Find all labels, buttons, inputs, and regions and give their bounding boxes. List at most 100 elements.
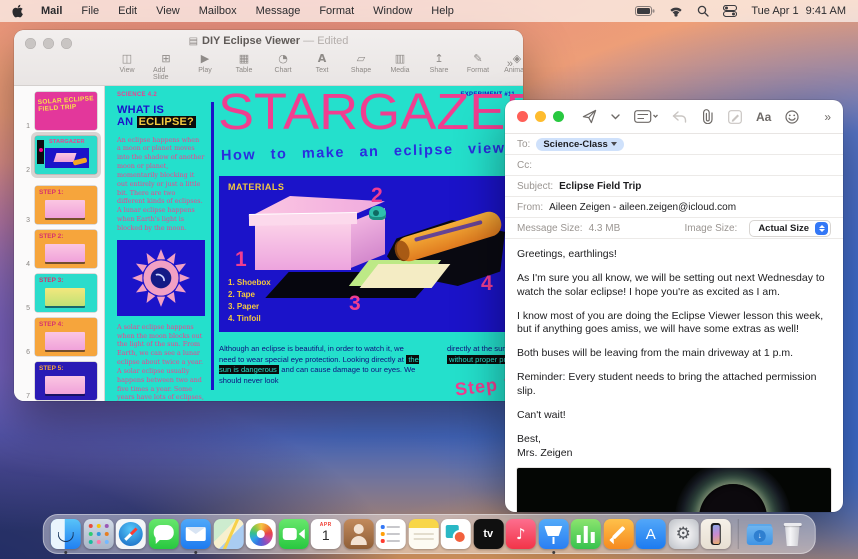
add-slide-button[interactable]: Add Slide <box>153 52 179 81</box>
send-button[interactable] <box>582 109 597 124</box>
slide-thumbnail-1[interactable]: 1 SOLAR ECLIPSE FIELD TRIP <box>14 90 105 132</box>
recipient-token[interactable]: Science-Class <box>536 138 623 151</box>
slide-thumbnail-6[interactable]: 6 STEP 4: <box>14 316 105 358</box>
numbers-icon <box>571 519 601 549</box>
dock-iphone-mirroring[interactable] <box>701 519 731 549</box>
dock-finder[interactable] <box>51 519 81 549</box>
menu-window[interactable]: Window <box>373 5 412 17</box>
menu-file[interactable]: File <box>81 5 99 17</box>
edited-label: — Edited <box>303 35 348 47</box>
close-button[interactable] <box>517 111 528 122</box>
play-button[interactable]: Play <box>192 52 218 81</box>
system-settings-icon <box>668 519 698 549</box>
menu-mailbox[interactable]: Mailbox <box>199 5 237 17</box>
document-proxy-icon[interactable]: ▤ <box>189 36 198 47</box>
eclipse-photo-attachment[interactable] <box>517 468 831 512</box>
media-icon <box>395 52 405 66</box>
dock-music[interactable] <box>506 519 536 549</box>
dock-pages[interactable] <box>603 519 633 549</box>
music-icon <box>506 519 536 549</box>
send-options-chevron-icon[interactable] <box>611 114 620 120</box>
slide-navigator[interactable]: 1 SOLAR ECLIPSE FIELD TRIP 2 STARGAZER 3 <box>14 86 105 401</box>
play-icon <box>201 52 209 66</box>
keynote-titlebar[interactable]: ▤DIY Eclipse Viewer — Edited View Add Sl… <box>14 30 523 86</box>
format-button[interactable]: Aa <box>756 110 771 124</box>
shoebox-lid <box>249 213 357 226</box>
body-signature: Mrs. Zeigen <box>517 447 831 461</box>
menu-message[interactable]: Message <box>256 5 301 17</box>
subject-value: Eclipse Field Trip <box>559 181 641 192</box>
toolbar-overflow-button[interactable]: » <box>507 58 513 70</box>
course-tag: SCIENCE 4.2 <box>117 92 157 98</box>
text-button[interactable]: Text <box>309 52 335 81</box>
iphone-mirroring-icon <box>701 519 731 549</box>
shoebox-lid-top <box>253 196 385 215</box>
dock-contacts[interactable] <box>343 519 373 549</box>
image-size-select[interactable]: Actual Size <box>749 220 831 237</box>
format-button[interactable]: Format <box>465 52 491 81</box>
dock-tv[interactable] <box>473 519 503 549</box>
message-body[interactable]: Greetings, earthlings! As I'm sure you a… <box>505 239 843 460</box>
dock-launchpad[interactable] <box>83 519 113 549</box>
dock-keynote[interactable] <box>538 519 568 549</box>
slide-thumbnail-7[interactable]: 7 STEP 5: <box>14 360 105 401</box>
menu-format[interactable]: Format <box>319 5 354 17</box>
eclipse-sun-icon <box>130 247 192 309</box>
dock-facetime[interactable] <box>278 519 308 549</box>
from-field[interactable]: From: Aileen Zeigen - aileen.zeigen@iclo… <box>505 197 843 218</box>
body-paragraph: Both buses will be leaving from the main… <box>517 347 831 361</box>
attach-button[interactable] <box>701 109 714 124</box>
minimize-button[interactable] <box>535 111 546 122</box>
header-fields-button[interactable] <box>634 110 658 123</box>
menu-mail[interactable]: Mail <box>41 5 62 17</box>
emoji-button[interactable] <box>785 110 799 124</box>
menu-bar: Mail File Edit View Mailbox Message Form… <box>0 0 858 22</box>
menubar-clock[interactable]: Tue Apr 1 9:41 AM <box>751 5 846 17</box>
slide-thumbnail-2-selected[interactable]: 2 STARGAZER <box>14 134 105 176</box>
search-icon[interactable] <box>697 5 709 17</box>
dock-downloads[interactable] <box>745 519 775 549</box>
dock-system-settings[interactable] <box>668 519 698 549</box>
dock-mail[interactable] <box>181 519 211 549</box>
dock-messages[interactable] <box>148 519 178 549</box>
keynote-window: ▤DIY Eclipse Viewer — Edited View Add Sl… <box>14 30 523 401</box>
dock-notes[interactable] <box>408 519 438 549</box>
dock-safari[interactable] <box>116 519 146 549</box>
keynote-icon <box>538 519 568 549</box>
media-button[interactable]: Media <box>387 52 413 81</box>
menu-edit[interactable]: Edit <box>118 5 137 17</box>
menu-view[interactable]: View <box>156 5 180 17</box>
dock-freeform[interactable] <box>441 519 471 549</box>
to-field[interactable]: To: Science-Class <box>505 134 843 155</box>
apple-menu-icon[interactable] <box>12 4 25 18</box>
toolbar-overflow-button[interactable]: » <box>824 110 831 124</box>
dock-numbers[interactable] <box>571 519 601 549</box>
slide-thumbnail-4[interactable]: 4 STEP 2: <box>14 228 105 270</box>
wifi-icon[interactable] <box>669 6 683 17</box>
dock-photos[interactable] <box>246 519 276 549</box>
shape-button[interactable]: Shape <box>348 52 374 81</box>
dock-reminders[interactable] <box>376 519 406 549</box>
slide-thumbnail-5[interactable]: 5 STEP 3: <box>14 272 105 314</box>
share-button[interactable]: Share <box>426 52 452 81</box>
mail-icon <box>181 519 211 549</box>
materials-list: 1. Shoebox 2. Tape 3. Paper 4. Tinfoil <box>228 277 271 325</box>
app-store-icon <box>636 519 666 549</box>
dock-trash[interactable] <box>777 519 807 549</box>
control-center-icon[interactable] <box>723 5 737 17</box>
table-button[interactable]: Table <box>231 52 257 81</box>
zoom-button[interactable] <box>553 111 564 122</box>
slide-canvas[interactable]: SCIENCE 4.2 EXPERIMENT #11 WHAT IS AN EC… <box>105 86 523 401</box>
subject-field[interactable]: Subject: Eclipse Field Trip <box>505 176 843 197</box>
dock-calendar[interactable]: APR1 <box>311 519 341 549</box>
dock-app-store[interactable] <box>636 519 666 549</box>
dock-maps[interactable] <box>213 519 243 549</box>
photos-icon <box>246 519 276 549</box>
chart-button[interactable]: Chart <box>270 52 296 81</box>
cc-field[interactable]: Cc: <box>505 155 843 176</box>
view-button[interactable]: View <box>114 52 140 81</box>
battery-icon[interactable] <box>635 6 655 16</box>
slide-thumbnail-3[interactable]: 3 STEP 1: <box>14 184 105 226</box>
menu-help[interactable]: Help <box>431 5 454 17</box>
chart-icon <box>278 52 288 66</box>
